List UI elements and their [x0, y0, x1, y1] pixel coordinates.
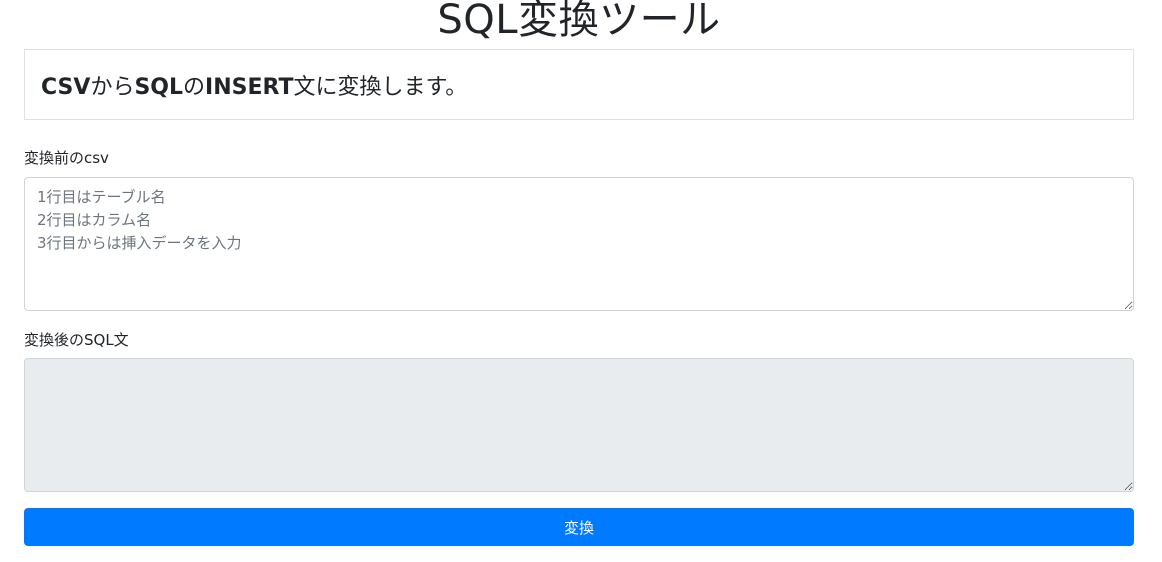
description-rest: 文に変換します。	[293, 74, 468, 100]
description-text: CSVからSQLのINSERT文に変換します。	[41, 69, 467, 101]
description-box: CSVからSQLのINSERT文に変換します。	[24, 49, 1134, 120]
description-csv: CSV	[41, 74, 91, 100]
sql-output-label: 変換後のSQL文	[24, 331, 129, 349]
convert-button[interactable]: 変換	[24, 508, 1134, 546]
description-sql: SQL	[134, 74, 184, 100]
csv-input-label: 変換前のcsv	[24, 149, 109, 167]
description-no: の	[183, 74, 206, 100]
page-title: SQL変換ツール	[437, 0, 721, 43]
sql-output[interactable]	[24, 358, 1134, 492]
main-container: SQL変換ツール CSVからSQLのINSERT文に変換します。 変換前のcsv…	[24, 0, 1134, 546]
description-insert: INSERT	[205, 74, 294, 100]
description-from: から	[90, 74, 135, 100]
csv-input[interactable]	[24, 177, 1134, 311]
